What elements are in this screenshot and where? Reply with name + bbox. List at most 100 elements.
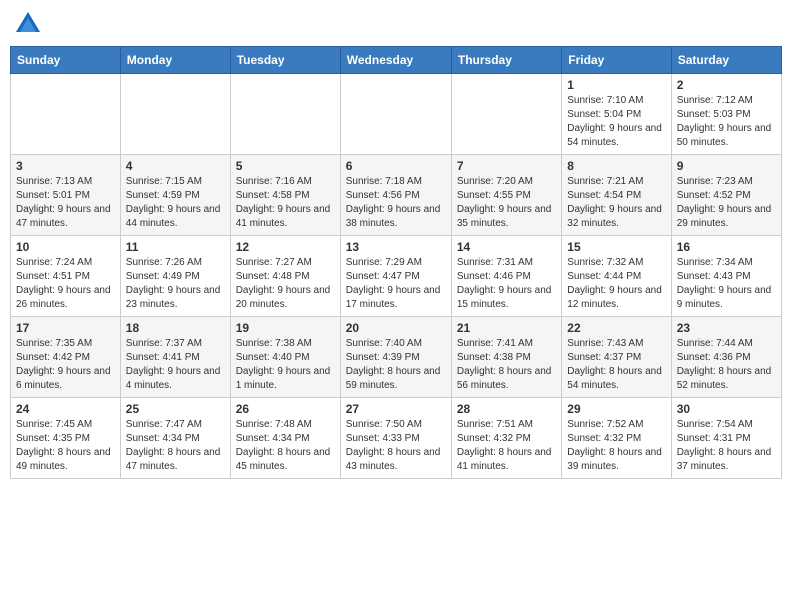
day-info: Sunrise: 7:45 AM Sunset: 4:35 PM Dayligh… bbox=[16, 418, 115, 474]
day-number: 1 bbox=[567, 78, 665, 92]
day-cell: 21Sunrise: 7:41 AM Sunset: 4:38 PM Dayli… bbox=[451, 317, 561, 398]
day-cell: 29 Sunrise: 7:52 AM Sunset: 4:32 PM Dayli… bbox=[562, 398, 671, 479]
day-info: Sunrise: 7:13 AM Sunset: 5:01 PM Dayligh… bbox=[16, 175, 115, 231]
day-cell: 25 Sunrise: 7:47 AM Sunset: 4:34 PM Dayli… bbox=[120, 398, 230, 479]
day-cell: 13 Sunrise: 7:29 AM Sunset: 4:47 PM Dayli… bbox=[340, 236, 451, 317]
day-info: Sunrise: 7:16 AM Sunset: 4:58 PM Dayligh… bbox=[236, 175, 335, 231]
day-number: 18 bbox=[126, 321, 225, 335]
day-cell: 22 Sunrise: 7:43 AM Sunset: 4:37 PM Dayli… bbox=[562, 317, 671, 398]
day-number: 8 bbox=[567, 159, 665, 173]
day-info: Sunrise: 7:41 AM Sunset: 4:38 PM Dayligh… bbox=[457, 337, 556, 393]
day-number: 23 bbox=[677, 321, 776, 335]
page-header bbox=[10, 10, 782, 38]
day-cell: 24 Sunrise: 7:45 AM Sunset: 4:35 PM Dayli… bbox=[11, 398, 121, 479]
day-number: 6 bbox=[346, 159, 446, 173]
day-number: 29 bbox=[567, 402, 665, 416]
day-cell: 9 Sunrise: 7:23 AM Sunset: 4:52 PM Daylig… bbox=[671, 155, 781, 236]
day-info: Sunrise: 7:18 AM Sunset: 4:56 PM Dayligh… bbox=[346, 175, 446, 231]
day-cell: 30 Sunrise: 7:54 AM Sunset: 4:31 PM Dayli… bbox=[671, 398, 781, 479]
day-number: 19 bbox=[236, 321, 335, 335]
day-cell: 2 Sunrise: 7:12 AM Sunset: 5:03 PM Daylig… bbox=[671, 74, 781, 155]
day-cell: 26 Sunrise: 7:48 AM Sunset: 4:34 PM Dayli… bbox=[230, 398, 340, 479]
day-number: 7 bbox=[457, 159, 556, 173]
day-number: 10 bbox=[16, 240, 115, 254]
day-number: 24 bbox=[16, 402, 115, 416]
day-cell: 17 Sunrise: 7:35 AM Sunset: 4:42 PM Dayli… bbox=[11, 317, 121, 398]
day-number: 14 bbox=[457, 240, 556, 254]
calendar: SundayMondayTuesdayWednesdayThursdayFrid… bbox=[10, 46, 782, 479]
weekday-header-monday: Monday bbox=[120, 47, 230, 74]
day-info: Sunrise: 7:21 AM Sunset: 4:54 PM Dayligh… bbox=[567, 175, 665, 231]
day-cell: 14 Sunrise: 7:31 AM Sunset: 4:46 PM Dayli… bbox=[451, 236, 561, 317]
day-info: Sunrise: 7:38 AM Sunset: 4:40 PM Dayligh… bbox=[236, 337, 335, 393]
day-info: Sunrise: 7:20 AM Sunset: 4:55 PM Dayligh… bbox=[457, 175, 556, 231]
day-info: Sunrise: 7:26 AM Sunset: 4:49 PM Dayligh… bbox=[126, 256, 225, 312]
week-row-5: 24 Sunrise: 7:45 AM Sunset: 4:35 PM Dayli… bbox=[11, 398, 782, 479]
day-info: Sunrise: 7:15 AM Sunset: 4:59 PM Dayligh… bbox=[126, 175, 225, 231]
day-info: Sunrise: 7:52 AM Sunset: 4:32 PM Dayligh… bbox=[567, 418, 665, 474]
day-number: 13 bbox=[346, 240, 446, 254]
day-number: 25 bbox=[126, 402, 225, 416]
day-info: Sunrise: 7:50 AM Sunset: 4:33 PM Dayligh… bbox=[346, 418, 446, 474]
day-cell bbox=[340, 74, 451, 155]
day-number: 20 bbox=[346, 321, 446, 335]
day-number: 9 bbox=[677, 159, 776, 173]
day-info: Sunrise: 7:34 AM Sunset: 4:43 PM Dayligh… bbox=[677, 256, 776, 312]
logo bbox=[14, 10, 46, 38]
day-number: 17 bbox=[16, 321, 115, 335]
day-info: Sunrise: 7:51 AM Sunset: 4:32 PM Dayligh… bbox=[457, 418, 556, 474]
day-info: Sunrise: 7:29 AM Sunset: 4:47 PM Dayligh… bbox=[346, 256, 446, 312]
day-number: 28 bbox=[457, 402, 556, 416]
logo-icon bbox=[14, 10, 42, 38]
day-info: Sunrise: 7:27 AM Sunset: 4:48 PM Dayligh… bbox=[236, 256, 335, 312]
day-number: 11 bbox=[126, 240, 225, 254]
day-info: Sunrise: 7:24 AM Sunset: 4:51 PM Dayligh… bbox=[16, 256, 115, 312]
day-cell bbox=[11, 74, 121, 155]
day-number: 5 bbox=[236, 159, 335, 173]
weekday-header-tuesday: Tuesday bbox=[230, 47, 340, 74]
day-info: Sunrise: 7:40 AM Sunset: 4:39 PM Dayligh… bbox=[346, 337, 446, 393]
day-info: Sunrise: 7:37 AM Sunset: 4:41 PM Dayligh… bbox=[126, 337, 225, 393]
weekday-header-friday: Friday bbox=[562, 47, 671, 74]
day-info: Sunrise: 7:23 AM Sunset: 4:52 PM Dayligh… bbox=[677, 175, 776, 231]
day-cell bbox=[230, 74, 340, 155]
day-number: 30 bbox=[677, 402, 776, 416]
day-number: 27 bbox=[346, 402, 446, 416]
day-cell: 1Sunrise: 7:10 AM Sunset: 5:04 PM Daylig… bbox=[562, 74, 671, 155]
week-row-2: 3 Sunrise: 7:13 AM Sunset: 5:01 PM Daylig… bbox=[11, 155, 782, 236]
weekday-header-saturday: Saturday bbox=[671, 47, 781, 74]
day-cell: 5 Sunrise: 7:16 AM Sunset: 4:58 PM Daylig… bbox=[230, 155, 340, 236]
day-cell: 18 Sunrise: 7:37 AM Sunset: 4:41 PM Dayli… bbox=[120, 317, 230, 398]
day-cell bbox=[451, 74, 561, 155]
day-cell: 10 Sunrise: 7:24 AM Sunset: 4:51 PM Dayli… bbox=[11, 236, 121, 317]
day-number: 4 bbox=[126, 159, 225, 173]
day-cell: 16 Sunrise: 7:34 AM Sunset: 4:43 PM Dayli… bbox=[671, 236, 781, 317]
week-row-3: 10 Sunrise: 7:24 AM Sunset: 4:51 PM Dayli… bbox=[11, 236, 782, 317]
day-info: Sunrise: 7:44 AM Sunset: 4:36 PM Dayligh… bbox=[677, 337, 776, 393]
day-cell: 4 Sunrise: 7:15 AM Sunset: 4:59 PM Daylig… bbox=[120, 155, 230, 236]
day-number: 15 bbox=[567, 240, 665, 254]
day-info: Sunrise: 7:31 AM Sunset: 4:46 PM Dayligh… bbox=[457, 256, 556, 312]
day-cell: 12 Sunrise: 7:27 AM Sunset: 4:48 PM Dayli… bbox=[230, 236, 340, 317]
day-info: Sunrise: 7:35 AM Sunset: 4:42 PM Dayligh… bbox=[16, 337, 115, 393]
day-number: 3 bbox=[16, 159, 115, 173]
day-cell: 28 Sunrise: 7:51 AM Sunset: 4:32 PM Dayli… bbox=[451, 398, 561, 479]
day-number: 22 bbox=[567, 321, 665, 335]
day-number: 26 bbox=[236, 402, 335, 416]
day-cell: 11 Sunrise: 7:26 AM Sunset: 4:49 PM Dayli… bbox=[120, 236, 230, 317]
day-cell: 8 Sunrise: 7:21 AM Sunset: 4:54 PM Daylig… bbox=[562, 155, 671, 236]
day-number: 16 bbox=[677, 240, 776, 254]
day-number: 12 bbox=[236, 240, 335, 254]
day-info: Sunrise: 7:48 AM Sunset: 4:34 PM Dayligh… bbox=[236, 418, 335, 474]
day-info: Sunrise: 7:43 AM Sunset: 4:37 PM Dayligh… bbox=[567, 337, 665, 393]
week-row-1: 1Sunrise: 7:10 AM Sunset: 5:04 PM Daylig… bbox=[11, 74, 782, 155]
weekday-header-thursday: Thursday bbox=[451, 47, 561, 74]
day-info: Sunrise: 7:12 AM Sunset: 5:03 PM Dayligh… bbox=[677, 94, 776, 150]
weekday-header-row: SundayMondayTuesdayWednesdayThursdayFrid… bbox=[11, 47, 782, 74]
day-cell: 20 Sunrise: 7:40 AM Sunset: 4:39 PM Dayli… bbox=[340, 317, 451, 398]
day-info: Sunrise: 7:47 AM Sunset: 4:34 PM Dayligh… bbox=[126, 418, 225, 474]
day-cell: 27 Sunrise: 7:50 AM Sunset: 4:33 PM Dayli… bbox=[340, 398, 451, 479]
day-cell: 23 Sunrise: 7:44 AM Sunset: 4:36 PM Dayli… bbox=[671, 317, 781, 398]
day-number: 2 bbox=[677, 78, 776, 92]
day-info: Sunrise: 7:54 AM Sunset: 4:31 PM Dayligh… bbox=[677, 418, 776, 474]
